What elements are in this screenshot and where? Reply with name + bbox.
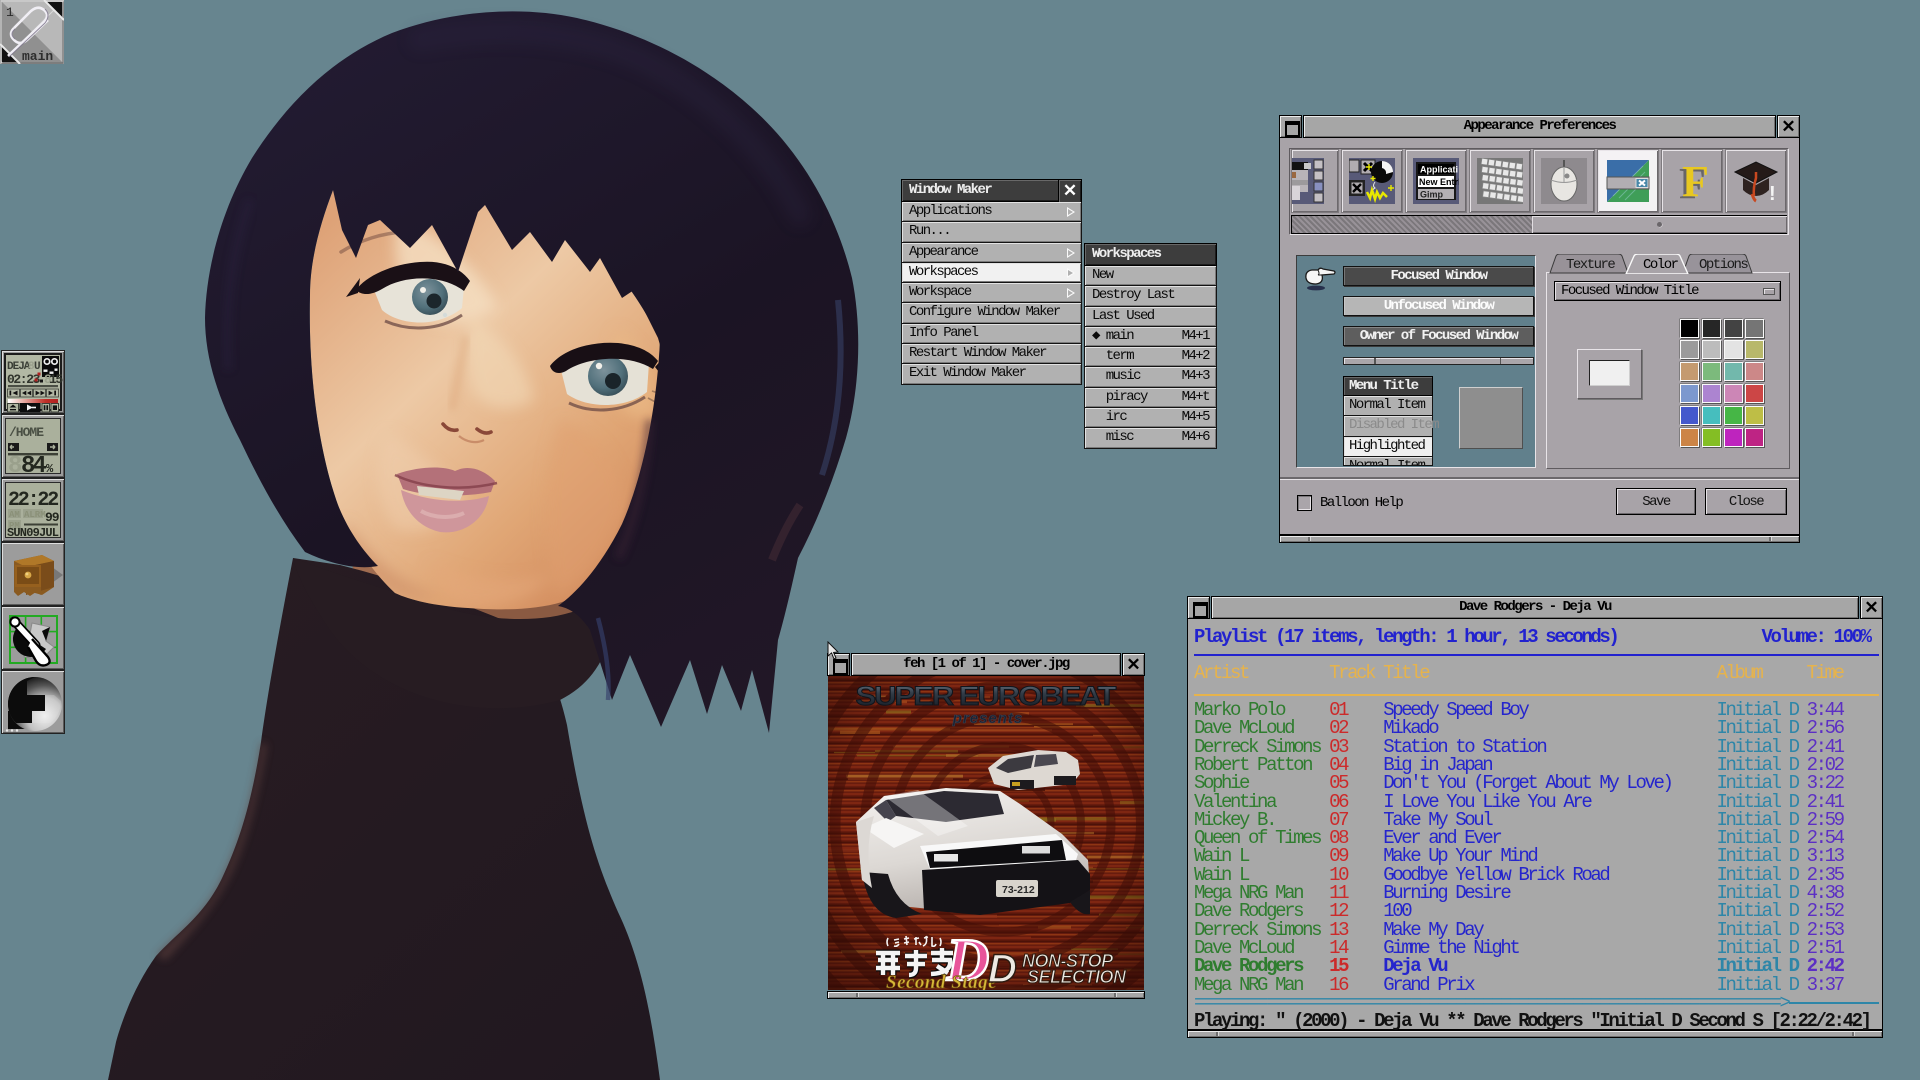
svg-text:Texture: Texture [1566,257,1615,273]
svg-text:Second Stage: Second Stage [886,972,997,990]
svg-text:%: % [46,462,54,476]
svg-text:99: 99 [45,510,60,525]
svg-text:F: F [1682,158,1709,204]
svg-text:presents: presents [952,710,1024,727]
svg-text:Applicati: Applicati [1420,165,1458,175]
svg-text:!: ! [1769,183,1776,204]
svg-text:New Entr‖: New Entr‖ [1419,177,1459,187]
svg-text:Gimp: Gimp [1420,190,1444,200]
svg-text:SUPER EUROBEAT: SUPER EUROBEAT [856,682,1117,712]
svg-text:84: 84 [21,453,46,477]
svg-text:1: 1 [6,5,14,20]
svg-text:SELECTION: SELECTION [1027,967,1127,987]
svg-text:D: D [988,947,1017,990]
svg-text:/HOME: /HOME [9,425,44,440]
svg-text:22:22: 22:22 [8,489,58,512]
svg-text:Options: Options [1699,257,1748,273]
svg-text:main: main [22,49,53,64]
svg-text:AM: AM [9,510,20,520]
svg-text:Color: Color [1643,257,1679,273]
svg-text:SUN09JUL: SUN09JUL [7,526,59,540]
svg-text:73-212: 73-212 [1002,884,1035,896]
svg-text:15: 15 [49,372,63,387]
svg-text:ALRM: ALRM [24,510,46,520]
